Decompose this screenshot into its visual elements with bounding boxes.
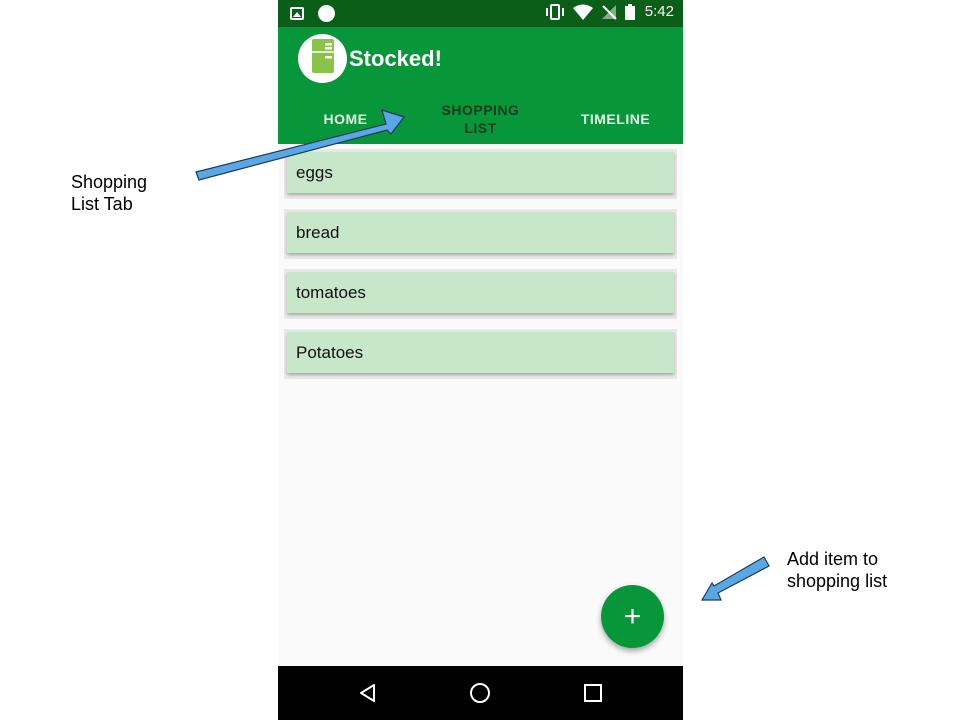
list-item: tomatoes [284, 269, 677, 319]
clock-time: 5:42 [644, 3, 674, 20]
app-title: Stocked! [349, 46, 442, 71]
phone-screen: 5:42 Stocked! HOME SHOPPING LIST TIMELIN… [278, 0, 683, 720]
add-item-note: Add item to shopping list [787, 549, 888, 591]
tab-home-label: HOME [323, 110, 368, 127]
tab-timeline[interactable]: TIMELINE [548, 93, 683, 144]
app-bar: Stocked! HOME SHOPPING LIST TIMELINE [278, 27, 683, 144]
vibrate-icon [545, 3, 565, 20]
shopping-list-tab-note: Shopping List Tab [71, 172, 148, 214]
plus-icon: + [623, 599, 642, 633]
battery-icon [624, 3, 635, 20]
list-item: bread [284, 209, 677, 259]
navigation-bar [278, 666, 683, 720]
recents-icon[interactable] [580, 680, 606, 706]
tab-timeline-label: TIMELINE [580, 110, 651, 127]
image-icon [290, 7, 304, 20]
list-item: Potatoes [284, 329, 677, 379]
app-logo [298, 34, 347, 83]
tab-bar: HOME SHOPPING LIST TIMELINE [278, 93, 683, 144]
list-item: eggs [284, 149, 677, 199]
home-icon[interactable] [467, 680, 493, 706]
tab-shopping-list-label: SHOPPING LIST [441, 101, 520, 136]
add-item-button[interactable]: + [601, 585, 664, 648]
shopping-list: eggs bread tomatoes Potatoes [284, 149, 677, 389]
add-arrow [700, 556, 770, 601]
status-bar: 5:42 [278, 0, 683, 27]
list-item-card[interactable]: tomatoes [287, 272, 674, 313]
wifi-icon [572, 4, 593, 20]
tab-home[interactable]: HOME [278, 93, 413, 144]
list-item-card[interactable]: Potatoes [287, 332, 674, 373]
list-item-card[interactable]: eggs [287, 152, 674, 193]
list-item-card[interactable]: bread [287, 212, 674, 253]
tab-shopping-list[interactable]: SHOPPING LIST [413, 93, 548, 144]
back-icon[interactable] [355, 680, 381, 706]
fridge-icon [310, 39, 336, 78]
no-signal-icon [601, 4, 617, 20]
circle-icon [318, 5, 335, 22]
